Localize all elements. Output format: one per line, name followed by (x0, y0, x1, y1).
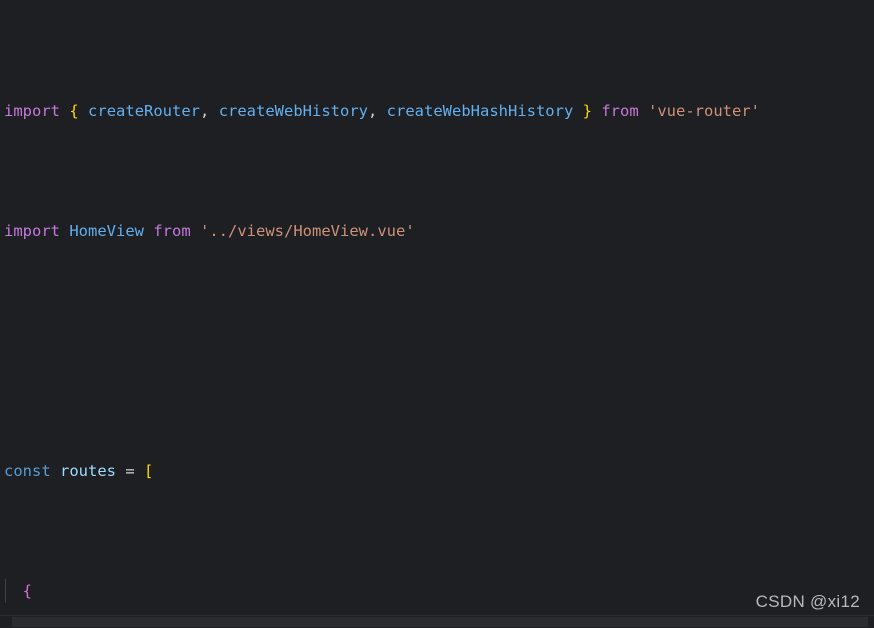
code-line[interactable]: import { createRouter, createWebHistory,… (0, 99, 874, 123)
indent-guide (5, 579, 6, 603)
token-identifier-homeview: HomeView (69, 222, 144, 240)
token-brace-open: { (69, 102, 79, 120)
token-identifier-createwebhistory: createWebHistory (218, 102, 368, 120)
token-bracket-open: [ (144, 462, 154, 480)
token-string-vue-router: 'vue-router' (648, 102, 760, 120)
token-keyword-const: const (4, 462, 51, 480)
token-identifier-createrouter: createRouter (88, 102, 201, 120)
code-line[interactable]: import HomeView from '../views/HomeView.… (0, 219, 874, 243)
token-comma: , (200, 102, 219, 120)
token-string-homeview-path: '../views/HomeView.vue' (200, 222, 415, 240)
code-content[interactable]: import { createRouter, createWebHistory,… (0, 0, 874, 628)
horizontal-scrollbar[interactable] (0, 615, 874, 628)
token-brace-close: } (582, 102, 592, 120)
token-comma: , (368, 102, 387, 120)
code-line[interactable]: { (0, 579, 874, 603)
code-editor-screenshot: import { createRouter, createWebHistory,… (0, 0, 874, 628)
token-identifier-createwebhashhistory: createWebHashHistory (386, 102, 574, 120)
horizontal-scrollbar-thumb[interactable] (12, 617, 868, 627)
code-line[interactable]: const routes = [ (0, 459, 874, 483)
token-brace-open: { (22, 582, 33, 600)
token-identifier-routes: routes (60, 462, 117, 480)
token-keyword-from: from (153, 222, 191, 240)
csdn-watermark: CSDN @xi12 (755, 592, 860, 611)
token-keyword-from: from (601, 102, 639, 120)
code-line-blank[interactable] (0, 339, 874, 363)
token-operator-assign: = (116, 462, 145, 480)
token-keyword-import: import (4, 102, 60, 120)
token-keyword-import: import (4, 222, 60, 240)
